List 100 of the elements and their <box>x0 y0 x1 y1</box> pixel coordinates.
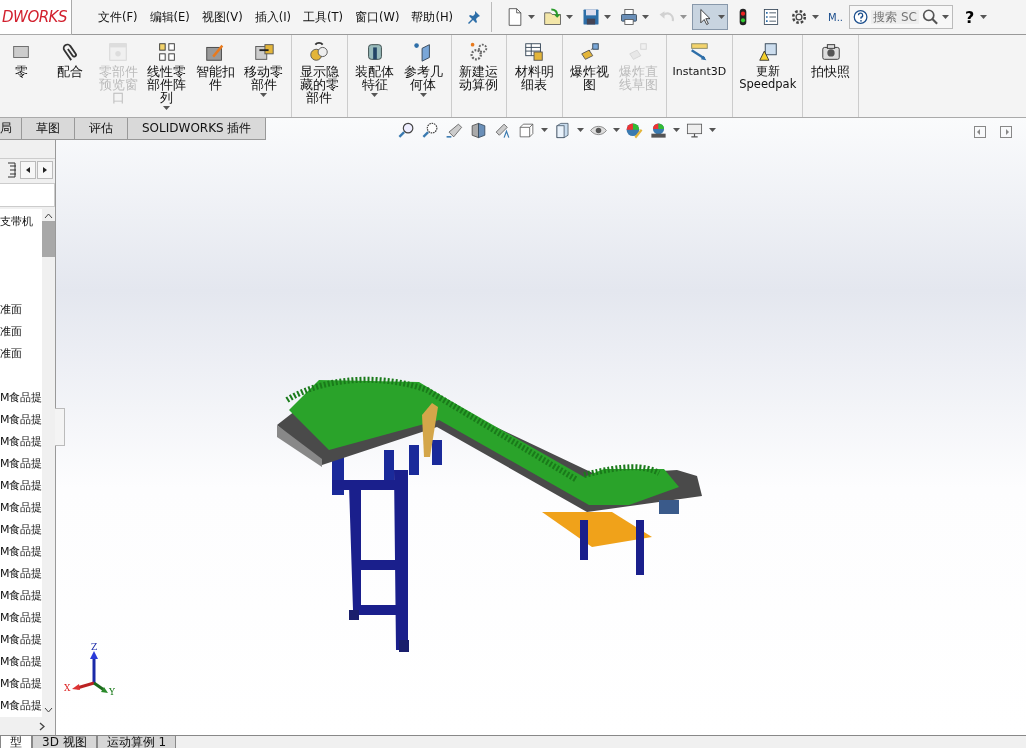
ribbon-button[interactable]: 拍快照 <box>806 39 855 80</box>
view-toolbar-button[interactable] <box>553 120 584 140</box>
tree-item[interactable]: M食品提 <box>0 650 42 673</box>
ribbon-button[interactable]: Instant3D <box>669 39 730 80</box>
ribbon-button[interactable]: 材料明细表 <box>510 39 559 93</box>
caret-icon[interactable] <box>163 106 171 110</box>
ribbon-button[interactable]: 装配体特征 <box>350 39 399 99</box>
pin-icon[interactable] <box>467 10 481 24</box>
search-field[interactable]: 搜索 SC <box>871 10 920 24</box>
caret-icon[interactable] <box>260 93 268 97</box>
caret-icon[interactable] <box>528 15 535 19</box>
tree-item[interactable]: M食品提 <box>0 518 42 541</box>
scrollbar-thumb[interactable] <box>42 220 55 257</box>
tree-item[interactable]: M食品提 <box>0 408 42 431</box>
menu-item[interactable]: 视图(V) <box>195 9 249 25</box>
caret-icon[interactable] <box>709 128 716 133</box>
floppy-icon <box>581 7 601 27</box>
exploded-parts-icon <box>578 41 601 63</box>
tree-item[interactable]: M食品提 <box>0 452 42 475</box>
menu-item[interactable]: 插入(I) <box>248 9 298 25</box>
help-button[interactable]: ? <box>959 6 981 28</box>
scroll-left-button[interactable] <box>20 160 36 179</box>
caret-icon[interactable] <box>673 128 680 133</box>
arrow-right-icon <box>43 166 47 173</box>
help-icon[interactable] <box>853 8 869 26</box>
tree-item[interactable]: M食品提 <box>0 606 42 629</box>
ribbon-button[interactable]: 线性零部件阵列 <box>142 39 191 112</box>
scroll-down-icon[interactable] <box>44 707 53 713</box>
tree-item[interactable]: 准面 <box>0 320 42 343</box>
tree-item[interactable]: 支带机 <box>0 210 42 233</box>
view-toolbar-button[interactable] <box>421 120 440 140</box>
axis-label: Z <box>91 642 98 652</box>
shaded-cube-icon <box>553 120 572 140</box>
ribbon-button[interactable]: 智能扣件 <box>191 39 240 93</box>
x-axis-arrow <box>72 681 95 690</box>
ribbon-button[interactable]: 显示隐藏的零部件 <box>295 39 344 106</box>
caret-icon[interactable] <box>942 15 949 19</box>
tree-item[interactable]: M食品提 <box>0 496 42 519</box>
caret-icon[interactable] <box>613 128 620 133</box>
menu-item[interactable]: 帮助(H) <box>405 9 459 25</box>
filter-field[interactable] <box>0 182 55 207</box>
tree-item[interactable]: M食品提 <box>0 540 42 563</box>
tree-item[interactable]: M食品提 <box>0 474 42 497</box>
color-ball-scene-icon <box>649 120 668 140</box>
tree-item[interactable]: M食品提 <box>0 628 42 651</box>
menu-item[interactable]: 窗口(W) <box>349 9 406 25</box>
ribbon-button[interactable]: 爆炸视图 <box>565 39 614 93</box>
caret-icon[interactable] <box>604 15 611 19</box>
view-toolbar-button[interactable] <box>397 120 416 140</box>
expand-icon[interactable] <box>39 721 45 731</box>
command-tab[interactable]: 评估 <box>75 117 128 139</box>
caret-icon[interactable] <box>419 93 427 97</box>
view-toolbar-button[interactable] <box>649 120 680 140</box>
printer-icon <box>619 7 639 27</box>
tree-item[interactable]: 准面 <box>0 298 42 321</box>
scroll-right-button[interactable] <box>37 160 53 179</box>
caret-icon[interactable] <box>371 93 379 97</box>
view-tab[interactable]: 3D 视图 <box>32 736 97 748</box>
ribbon-button[interactable]: 参考几何体 <box>399 39 448 99</box>
box-arrow-icon <box>252 41 275 63</box>
tree-item[interactable]: M食品提 <box>0 430 42 453</box>
panel-left-icon[interactable] <box>974 125 986 138</box>
view-tab[interactable]: 型 <box>0 736 32 748</box>
user-menu[interactable]: M.. <box>828 11 843 23</box>
command-tab[interactable]: 草图 <box>22 117 75 139</box>
scroll-up-icon[interactable] <box>44 212 53 219</box>
caret-icon[interactable] <box>812 15 819 19</box>
caret-icon[interactable] <box>642 15 649 19</box>
list-icon <box>761 7 781 27</box>
tree-item[interactable]: M食品提 <box>0 672 42 695</box>
panel-right-icon[interactable] <box>1000 125 1012 138</box>
ribbon-button[interactable]: 零 <box>0 39 46 80</box>
command-tab[interactable]: SOLIDWORKS 插件 <box>128 117 267 139</box>
view-toolbar-button[interactable] <box>469 120 488 140</box>
caret-icon[interactable] <box>566 15 573 19</box>
cube-warning-icon <box>756 41 779 63</box>
ribbon-button[interactable]: 新建运动算例 <box>454 39 503 93</box>
ribbon-button[interactable]: 移动零部件 <box>239 39 288 99</box>
view-toolbar-button[interactable] <box>625 120 644 140</box>
tree-item[interactable]: 准面 <box>0 342 42 365</box>
ribbon-button[interactable]: 更新 Speedpak <box>736 39 800 93</box>
panel-collapse-handle[interactable] <box>55 407 65 446</box>
caret-icon[interactable] <box>577 128 584 133</box>
caret-icon[interactable] <box>980 15 988 19</box>
search-icon[interactable] <box>922 7 939 27</box>
ribbon-button[interactable]: 配合 <box>45 39 94 80</box>
command-tab[interactable]: 局 <box>0 117 22 139</box>
menu-item[interactable]: 工具(T) <box>297 9 350 25</box>
zoom-area-icon <box>421 120 440 140</box>
tree-item[interactable]: M食品提 <box>0 386 42 409</box>
app-logo[interactable]: DWORKS <box>0 0 72 35</box>
menu-item[interactable]: 编辑(E) <box>143 9 196 25</box>
table-icon <box>523 41 546 63</box>
tree-item[interactable]: M食品提 <box>0 584 42 607</box>
tree-item[interactable]: M食品提 <box>0 694 42 717</box>
caret-icon[interactable] <box>541 128 548 133</box>
menu-item[interactable]: 文件(F) <box>91 9 144 25</box>
caret-icon[interactable] <box>718 15 725 19</box>
tree-item[interactable]: M食品提 <box>0 562 42 585</box>
view-tab[interactable]: 运动算例 1 <box>96 736 177 748</box>
